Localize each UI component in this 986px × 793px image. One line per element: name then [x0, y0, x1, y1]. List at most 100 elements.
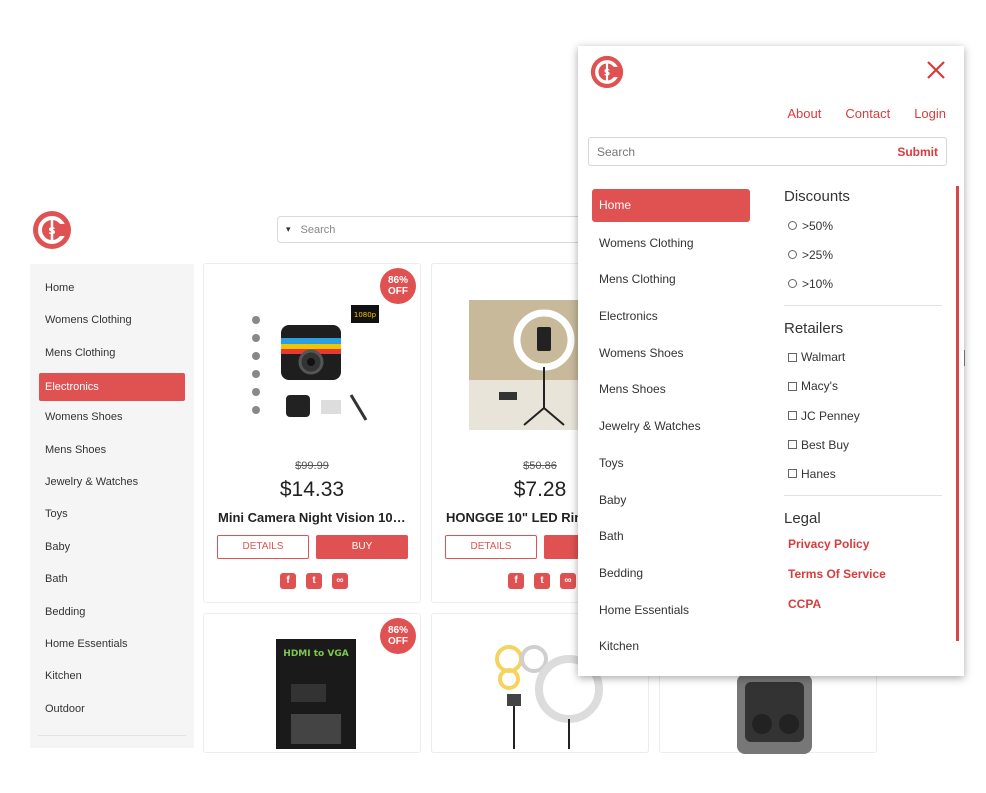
- terms-of-service-link[interactable]: Terms Of Service: [784, 563, 944, 593]
- nav-item-baby[interactable]: Baby: [592, 483, 750, 520]
- nav-item-electronics[interactable]: Electronics: [592, 299, 750, 336]
- checkbox[interactable]: [788, 440, 797, 450]
- drawer-scrollbar[interactable]: [956, 186, 959, 641]
- facebook-icon[interactable]: f: [508, 573, 524, 589]
- details-button[interactable]: DETAILS: [445, 535, 537, 559]
- category-sidebar: Home Womens Clothing Mens Clothing Elect…: [30, 264, 194, 748]
- checkbox[interactable]: [788, 381, 797, 391]
- sidebar-item-bath[interactable]: Bath: [30, 567, 194, 599]
- original-price: $99.99: [295, 460, 329, 472]
- product-title[interactable]: Mini Camera Night Vision 1080P: [218, 510, 412, 525]
- product-card[interactable]: HDMI to VGA 86% OFF: [203, 613, 421, 753]
- nav-item-bath[interactable]: Bath: [592, 519, 750, 556]
- link-icon[interactable]: ∞: [560, 573, 576, 589]
- sidebar-item-kitchen[interactable]: Kitchen: [30, 664, 194, 696]
- search-placeholder: Search: [597, 144, 636, 159]
- nav-item-toys[interactable]: Toys: [592, 446, 750, 483]
- search-input[interactable]: ▾ Search: [277, 216, 607, 243]
- svg-text:$: $: [604, 67, 611, 78]
- radio-button[interactable]: [788, 250, 797, 260]
- nav-item-home[interactable]: Home: [592, 189, 750, 222]
- checkbox[interactable]: [788, 352, 797, 362]
- nav-item-womens-clothing[interactable]: Womens Clothing: [592, 226, 750, 263]
- nav-item-womens-shoes[interactable]: Womens Shoes: [592, 336, 750, 373]
- twitter-icon[interactable]: t: [306, 573, 322, 589]
- nav-item-jewelry-watches[interactable]: Jewelry & Watches: [592, 409, 750, 446]
- contact-link[interactable]: Contact: [845, 106, 890, 121]
- sidebar-item-jewelry-watches[interactable]: Jewelry & Watches: [30, 470, 194, 502]
- retailers-heading: Retailers: [784, 319, 844, 337]
- product-image[interactable]: HDMI to VGA: [216, 634, 416, 754]
- retailer-option[interactable]: Macy's: [784, 372, 944, 401]
- retailer-option[interactable]: JC Penney: [784, 401, 944, 430]
- retailer-label: Macy's: [801, 379, 838, 394]
- login-link[interactable]: Login: [914, 106, 946, 121]
- nav-item-bedding[interactable]: Bedding: [592, 556, 750, 593]
- sidebar-item-home-essentials[interactable]: Home Essentials: [30, 632, 194, 664]
- retailer-option[interactable]: Walmart: [784, 343, 944, 372]
- header-links: About Contact Login: [787, 106, 946, 121]
- details-button[interactable]: DETAILS: [217, 535, 309, 559]
- filter-divider: [784, 304, 942, 306]
- sidebar-item-mens-shoes[interactable]: Mens Shoes: [30, 438, 194, 470]
- sale-price: $14.33: [279, 478, 345, 501]
- sidebar-item-bedding[interactable]: Bedding: [30, 600, 194, 632]
- discount-badge: 86% OFF: [380, 618, 416, 654]
- discount-option[interactable]: >50%: [784, 211, 944, 240]
- search-input[interactable]: Search Submit: [588, 137, 947, 166]
- retailer-label: Best Buy: [801, 437, 850, 452]
- legal-heading: Legal: [784, 509, 821, 527]
- sidebar-divider: [38, 735, 186, 736]
- sidebar-item-toys[interactable]: Toys: [30, 502, 194, 534]
- discount-percent: 86%: [387, 275, 408, 286]
- checkbox[interactable]: [788, 411, 797, 421]
- nav-item-home-essentials[interactable]: Home Essentials: [592, 593, 750, 630]
- close-icon[interactable]: [924, 58, 948, 82]
- search-submit-button[interactable]: Submit: [897, 145, 938, 159]
- chevron-down-icon[interactable]: ▾: [286, 224, 291, 235]
- twitter-icon[interactable]: t: [534, 573, 550, 589]
- svg-text:$: $: [48, 224, 56, 237]
- product-image[interactable]: 1080p: [216, 280, 416, 450]
- sidebar-item-baby[interactable]: Baby: [30, 535, 194, 567]
- discount-option[interactable]: >25%: [784, 240, 944, 269]
- discount-label: >10%: [802, 276, 834, 291]
- discount-label: >25%: [802, 247, 834, 262]
- sidebar-item-electronics[interactable]: Electronics: [39, 373, 185, 402]
- filter-divider: [784, 494, 942, 496]
- discounts-heading: Discounts: [784, 188, 850, 205]
- product-card[interactable]: 1080p 86% OFF $99.99 $14.33 Mini Camera …: [203, 263, 421, 603]
- share-links: f t ∞: [508, 573, 576, 589]
- nav-item-mens-clothing[interactable]: Mens Clothing: [592, 262, 750, 299]
- discount-off: OFF: [388, 286, 408, 297]
- svg-text:1080p: 1080p: [354, 311, 377, 319]
- retailer-option[interactable]: Best Buy: [784, 430, 944, 459]
- product-image-label: HDMI to VGA: [283, 649, 348, 659]
- facebook-icon[interactable]: f: [280, 573, 296, 589]
- sidebar-item-mens-clothing[interactable]: Mens Clothing: [30, 341, 194, 373]
- sidebar-item-womens-clothing[interactable]: Womens Clothing: [30, 308, 194, 340]
- sidebar-item-home[interactable]: Home: [30, 276, 194, 308]
- nav-item-kitchen[interactable]: Kitchen: [592, 629, 750, 666]
- sidebar-item-womens-shoes[interactable]: Womens Shoes: [30, 405, 194, 437]
- link-icon[interactable]: ∞: [332, 573, 348, 589]
- about-link[interactable]: About: [787, 106, 821, 121]
- sidebar-item-outdoor[interactable]: Outdoor: [30, 697, 194, 729]
- discount-label: >50%: [802, 218, 834, 233]
- search-placeholder: Search: [300, 223, 336, 236]
- privacy-policy-link[interactable]: Privacy Policy: [784, 533, 944, 563]
- radio-button[interactable]: [788, 279, 797, 289]
- discount-badge: 86% OFF: [380, 268, 416, 304]
- brand-logo-icon[interactable]: $: [590, 55, 624, 89]
- retailer-option[interactable]: Hanes: [784, 459, 944, 488]
- discount-option[interactable]: >10%: [784, 269, 944, 298]
- retailer-label: Walmart: [801, 350, 846, 365]
- nav-item-mens-shoes[interactable]: Mens Shoes: [592, 372, 750, 409]
- ccpa-link[interactable]: CCPA: [784, 593, 944, 623]
- radio-button[interactable]: [788, 221, 797, 231]
- checkbox[interactable]: [788, 469, 797, 479]
- brand-logo-icon[interactable]: $: [32, 210, 72, 250]
- buy-button[interactable]: BUY: [316, 535, 408, 559]
- drawer-nav: Home Womens Clothing Mens Clothing Elect…: [592, 189, 750, 666]
- discount-percent: 86%: [387, 625, 408, 636]
